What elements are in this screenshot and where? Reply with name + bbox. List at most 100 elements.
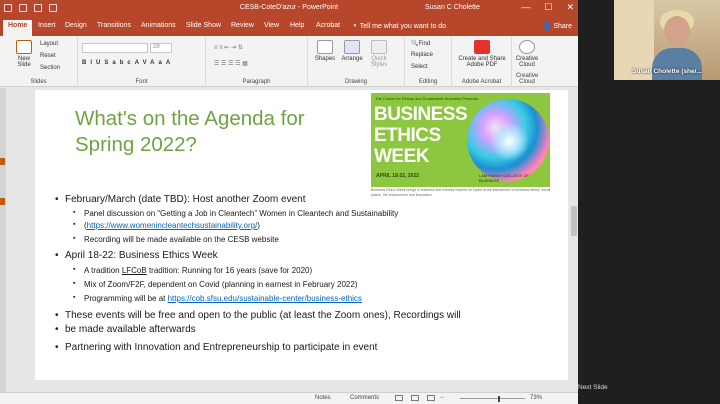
character-spacing-button[interactable]: AV: [135, 60, 150, 66]
share-icon: 👤: [542, 23, 554, 30]
font-group-label: Font: [135, 79, 148, 85]
drawing-group: Shapes Arrange Quick Styles Drawing: [308, 36, 405, 87]
change-case-button[interactable]: Aa: [150, 60, 166, 66]
scrollbar-thumb[interactable]: [571, 206, 577, 236]
normal-view-icon[interactable]: [395, 395, 403, 401]
participant-face: [664, 16, 690, 46]
tab-slide-show[interactable]: Slide Show: [186, 22, 221, 29]
maximize-button[interactable]: ☐: [544, 2, 552, 13]
bullet-text-continuation: be made available afterwards: [65, 324, 196, 335]
list-buttons[interactable]: ≡ ≡ ⇤ ⇥ ⇅: [214, 44, 243, 51]
zoom-level[interactable]: 73%: [530, 395, 542, 401]
tab-insert[interactable]: Insert: [38, 22, 56, 29]
womenincleantech-link[interactable]: https://www.womenincleantechsustainabili…: [87, 221, 258, 230]
notes-button[interactable]: Notes: [315, 395, 331, 401]
font-group: 28 BIUSabcAVAaA Font: [78, 36, 206, 87]
tab-acrobat[interactable]: Acrobat: [316, 22, 340, 29]
text-shadow-button[interactable]: abc: [112, 60, 134, 66]
slides-group-label: Slides: [30, 79, 47, 85]
quick-styles-button[interactable]: Quick Styles: [366, 40, 392, 68]
paragraph-group-label: Paragraph: [242, 79, 271, 85]
tell-me-text: Tell me what you want to do: [359, 23, 447, 30]
replace-button[interactable]: Replace: [411, 52, 433, 58]
align-buttons[interactable]: ☰ ☰ ☰ ☰ ▦: [214, 60, 248, 67]
slide-canvas[interactable]: What's on the Agenda for Spring 2022? Th…: [35, 90, 568, 380]
slide-thumbnail[interactable]: [0, 198, 5, 205]
comments-button[interactable]: Comments: [350, 395, 379, 401]
bullet-text: These events will be free and open to th…: [65, 310, 461, 321]
window-controls: — ☐ ✕: [521, 2, 574, 13]
new-slide-label: New Slide: [17, 56, 31, 68]
font-color-button[interactable]: A: [166, 60, 174, 66]
business-ethics-week-image[interactable]: The Center for Ethical and Sustainable B…: [371, 93, 550, 187]
minimize-button[interactable]: —: [521, 2, 530, 13]
sub-bullet-text: Mix of Zoom/F2F, dependent on Covid (pla…: [84, 280, 358, 289]
tab-help[interactable]: Help: [290, 22, 304, 29]
quick-styles-label: Quick Styles: [370, 56, 388, 68]
select-button[interactable]: Select: [411, 64, 428, 70]
tab-home[interactable]: Home: [3, 20, 33, 36]
vertical-scrollbar[interactable]: [570, 88, 578, 392]
zoom-out-button[interactable]: −: [440, 395, 444, 401]
view-buttons: [395, 395, 435, 401]
business-ethics-link[interactable]: https://cob.sfsu.edu/sustainable-center/…: [168, 294, 362, 303]
slide-sorter-icon[interactable]: [411, 395, 419, 401]
reading-view-icon[interactable]: [427, 395, 435, 401]
new-slide-icon: [16, 40, 32, 54]
font-format-buttons[interactable]: BIUSabcAVAaA: [82, 60, 174, 66]
font-name-box[interactable]: [82, 43, 148, 53]
participant-name: Susan Cholette (she/...: [632, 68, 702, 75]
tell-me-search[interactable]: ⚬ Tell me what you want to do: [352, 22, 446, 30]
bullet-text: April 18-22: Business Ethics Week: [65, 250, 218, 261]
create-share-pdf-button[interactable]: Create and Share Adobe PDF: [454, 40, 510, 68]
shapes-label: Shapes: [314, 56, 336, 62]
zoom-meeting-pane: Susan Cholette (she/... Next Slide: [578, 0, 720, 404]
bullet-text: Partnering with Innovation and Entrepren…: [65, 342, 378, 353]
zoom-slider-knob[interactable]: [498, 396, 500, 402]
next-slide-label[interactable]: Next Slide: [578, 384, 610, 394]
window-title: CESB-CoteD'azur - PowerPoint: [239, 4, 339, 11]
slide-thumbnail[interactable]: [0, 158, 5, 165]
thumbnail-pane[interactable]: [0, 88, 6, 392]
reset-button[interactable]: Reset: [40, 53, 56, 59]
signed-in-user[interactable]: Susan C Cholette: [425, 4, 480, 11]
drawing-group-label: Drawing: [344, 79, 367, 85]
tab-design[interactable]: Design: [65, 22, 87, 29]
find-label: Find: [418, 41, 431, 47]
image-caption[interactable]: Business Ethics Week brings in business …: [371, 188, 556, 198]
image-dates: APRIL 18-22, 2022: [376, 173, 419, 179]
layout-button[interactable]: Layout: [40, 41, 58, 47]
quick-styles-icon: [371, 40, 387, 54]
font-size-box[interactable]: 28: [150, 43, 172, 53]
editing-group-label: Editing: [418, 79, 438, 85]
acrobat-group-label: Adobe Acrobat: [461, 79, 502, 85]
arrange-icon: [344, 40, 360, 54]
bullet-text: February/March (date TBD): Host another …: [65, 194, 306, 205]
status-bar: Notes Comments − 73%: [0, 392, 578, 404]
shapes-button[interactable]: Shapes: [312, 40, 338, 62]
find-button[interactable]: 🔍Find: [411, 40, 430, 47]
image-line-week: WEEK: [374, 146, 430, 167]
section-button[interactable]: Section: [40, 65, 60, 71]
powerpoint-window: CESB-CoteD'azur - PowerPoint Susan C Cho…: [0, 0, 578, 404]
tradition-prefix: A tradition: [84, 266, 122, 275]
slide-title[interactable]: What's on the Agenda for Spring 2022?: [75, 106, 365, 158]
tab-animations[interactable]: Animations: [141, 22, 176, 29]
zoom-slider[interactable]: [460, 398, 525, 399]
lightbulb-icon: ⚬: [352, 23, 360, 30]
sphere-highlight-graphic: [489, 121, 529, 161]
paren-close: ): [257, 221, 260, 230]
tab-view[interactable]: View: [264, 22, 279, 29]
college-logo-text: LAM FAMILY COLLEGE OF BUSINESS: [479, 173, 529, 183]
participant-video[interactable]: Susan Cholette (she/...: [614, 0, 720, 80]
share-button[interactable]: 👤 Share: [543, 22, 572, 30]
new-slide-button[interactable]: New Slide: [12, 40, 36, 68]
close-button[interactable]: ✕: [566, 2, 574, 13]
tab-review[interactable]: Review: [231, 22, 254, 29]
image-line-business: BUSINESS: [374, 104, 468, 125]
lfcob-text: LFCoB: [121, 266, 147, 275]
arrange-button[interactable]: Arrange: [339, 40, 365, 62]
shapes-icon: [317, 40, 333, 54]
creative-cloud-button[interactable]: Creative Cloud: [512, 40, 542, 68]
tab-transitions[interactable]: Transitions: [97, 22, 131, 29]
